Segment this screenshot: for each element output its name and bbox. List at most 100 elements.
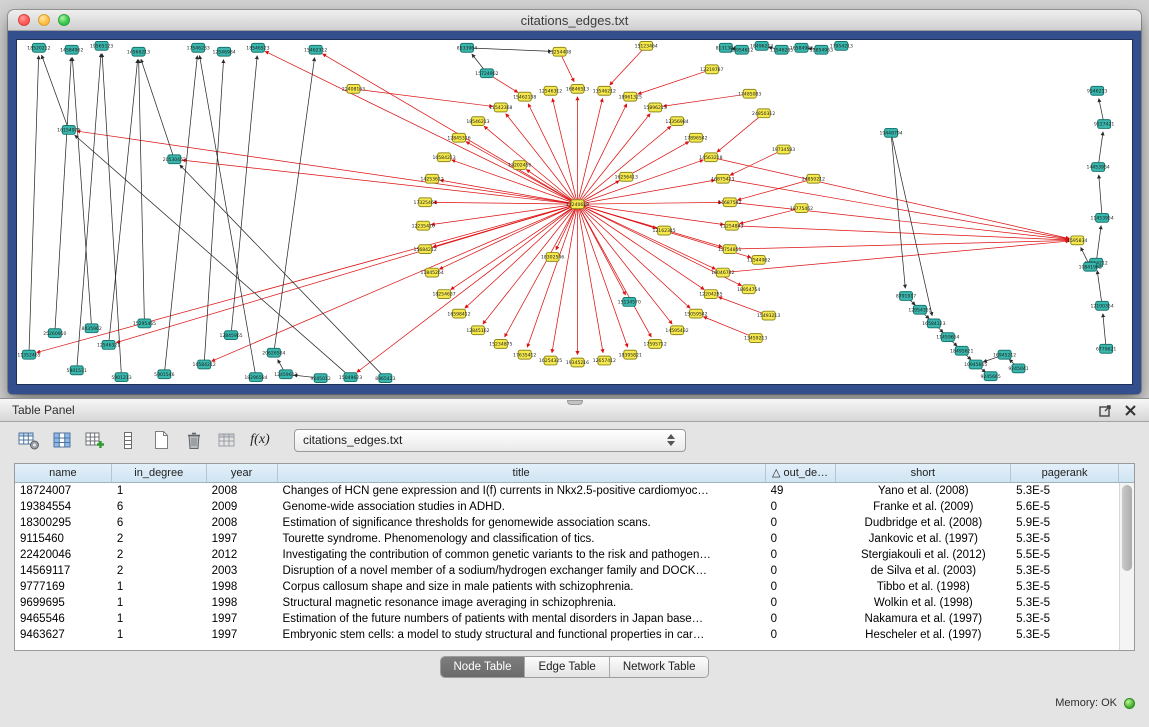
graph-node[interactable]: 12235416: [412, 221, 435, 230]
graph-node[interactable]: 5901531: [67, 366, 87, 375]
graph-node[interactable]: 8965423: [375, 374, 395, 383]
table-cell[interactable]: 2: [112, 563, 207, 579]
graph-node[interactable]: 9245041: [1008, 364, 1028, 373]
graph-node[interactable]: 15724962: [475, 69, 498, 78]
table-cell[interactable]: Tourette syndrome. Phenomenology and cla…: [278, 531, 766, 547]
table-cell[interactable]: 6: [112, 499, 207, 515]
table-cell[interactable]: Franke et al. (2009): [836, 499, 1012, 515]
table-cell[interactable]: 18724007: [15, 483, 112, 499]
network-window-titlebar[interactable]: citations_edges.txt: [8, 10, 1141, 31]
table-cell[interactable]: 1: [112, 595, 207, 611]
graph-node[interactable]: 24850312: [752, 109, 775, 118]
graph-edge[interactable]: [29, 56, 39, 351]
graph-edge[interactable]: [440, 180, 574, 203]
table-cell[interactable]: 1: [112, 483, 207, 499]
graph-edge[interactable]: [527, 208, 576, 347]
graph-edge[interactable]: [581, 160, 703, 203]
graph-node[interactable]: 16254325: [539, 356, 562, 365]
table-cell[interactable]: 1997: [207, 531, 278, 547]
graph-edge[interactable]: [37, 205, 574, 352]
graph-node[interactable]: 15049623: [339, 373, 362, 382]
table-cell[interactable]: 0: [766, 563, 836, 579]
table-cell[interactable]: 1997: [207, 627, 278, 643]
table-cell[interactable]: 9115460: [15, 531, 112, 547]
table-cell[interactable]: 0: [766, 579, 836, 595]
table-mode-button[interactable]: [16, 427, 42, 453]
graph-node[interactable]: 18954754: [737, 285, 760, 294]
graph-node[interactable]: 9245665: [980, 372, 1000, 381]
graph-edge[interactable]: [102, 54, 121, 374]
table-cell[interactable]: Wolkin et al. (1998): [836, 595, 1012, 611]
graph-edge[interactable]: [717, 116, 761, 152]
graph-node[interactable]: 12204285: [699, 290, 722, 299]
table-cell[interactable]: 9777169: [15, 579, 112, 595]
table-cell[interactable]: 0: [766, 627, 836, 643]
graph-node[interactable]: 17485083: [738, 89, 761, 98]
table-cell[interactable]: 5.6E-5: [1011, 499, 1119, 515]
table-cell[interactable]: Dudbridge et al. (2008): [836, 515, 1012, 531]
graph-node[interactable]: 12954355: [908, 305, 931, 314]
graph-node[interactable]: 15134570: [618, 298, 641, 307]
table-cell[interactable]: Jankovic et al. (1997): [836, 531, 1012, 547]
network-file-selector[interactable]: citations_edges.txt: [294, 429, 686, 452]
graph-node[interactable]: 14563218: [699, 153, 722, 162]
table-cell[interactable]: 5.3E-5: [1011, 531, 1119, 547]
graph-node[interactable]: 12754851: [718, 245, 741, 254]
column-header-title[interactable]: title: [278, 464, 766, 482]
table-cell[interactable]: 5.3E-5: [1011, 627, 1119, 643]
graph-edge[interactable]: [610, 49, 644, 85]
table-cell[interactable]: 1: [112, 627, 207, 643]
table-cell[interactable]: Estimation of significance thresholds fo…: [278, 515, 766, 531]
graph-edge[interactable]: [581, 206, 705, 289]
table-cell[interactable]: Structural magnetic resonance image aver…: [278, 595, 766, 611]
graph-node[interactable]: 12546312: [539, 86, 562, 95]
table-cell[interactable]: 1: [112, 579, 207, 595]
graph-node[interactable]: 20626584: [262, 348, 285, 357]
table-cell[interactable]: 2: [112, 547, 207, 563]
graph-edge[interactable]: [506, 114, 575, 201]
graph-edge[interactable]: [116, 205, 573, 342]
graph-edge[interactable]: [451, 206, 575, 289]
graph-node[interactable]: 11254408: [548, 47, 571, 56]
graph-node[interactable]: 8533964: [457, 43, 477, 52]
graph-edge[interactable]: [1097, 271, 1101, 302]
graph-edge[interactable]: [72, 58, 91, 325]
graph-edge[interactable]: [211, 206, 573, 362]
graph-node[interactable]: 15234875: [489, 340, 512, 349]
table-row[interactable]: 911546021997Tourette syndrome. Phenomeno…: [15, 531, 1119, 547]
graph-node[interactable]: 19345216: [566, 358, 589, 367]
graph-node[interactable]: 17546233: [187, 43, 210, 52]
graph-edge[interactable]: [579, 208, 628, 347]
table-cell[interactable]: 0: [766, 595, 836, 611]
graph-node[interactable]: 12546984: [212, 47, 235, 56]
graph-node[interactable]: 17635412: [513, 350, 536, 359]
graph-edge[interactable]: [1099, 175, 1102, 214]
table-cell[interactable]: Tibbo et al. (1998): [836, 579, 1012, 595]
graph-edge[interactable]: [581, 206, 716, 269]
table-row[interactable]: 1938455462009Genome-wide association stu…: [15, 499, 1119, 515]
table-cell[interactable]: Investigating the contribution of common…: [278, 547, 766, 563]
table-cell[interactable]: 2008: [207, 483, 278, 499]
graph-node[interactable]: 12657412: [593, 356, 616, 365]
table-cell[interactable]: 2009: [207, 499, 278, 515]
graph-node[interactable]: 12459613: [274, 370, 297, 379]
table-cell[interactable]: 1998: [207, 595, 278, 611]
graph-edge[interactable]: [727, 241, 1070, 272]
graph-node[interactable]: 11352465: [17, 350, 40, 359]
graph-node[interactable]: 17595712: [644, 340, 667, 349]
graph-node[interactable]: 14566213: [127, 47, 150, 56]
graph-node[interactable]: 13202456: [508, 161, 531, 170]
graph-node[interactable]: 19565123: [90, 41, 113, 50]
graph-edge[interactable]: [561, 55, 574, 82]
table-row[interactable]: 2242004622012Investigating the contribut…: [15, 547, 1119, 563]
tab-edge-table[interactable]: Edge Table: [525, 657, 609, 677]
table-cell[interactable]: 14569117: [15, 563, 112, 579]
graph-edge[interactable]: [42, 55, 68, 126]
tab-node-table[interactable]: Node Table: [441, 657, 526, 677]
graph-node[interactable]: 9546213: [1087, 86, 1107, 95]
graph-edge[interactable]: [703, 317, 752, 337]
graph-edge[interactable]: [490, 75, 518, 92]
add-column-button[interactable]: [82, 427, 108, 453]
table-cell[interactable]: 1: [112, 611, 207, 627]
graph-node[interactable]: 11544962: [747, 255, 770, 264]
